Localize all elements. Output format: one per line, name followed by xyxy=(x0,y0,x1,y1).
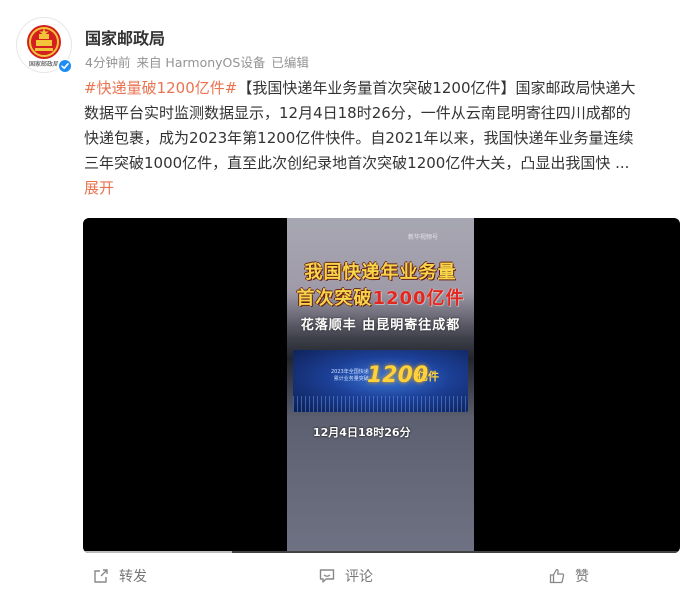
post-meta: 4分钟前 来自 HarmonyOS设备 已编辑 xyxy=(85,52,315,71)
video-progress-bar[interactable] xyxy=(83,551,680,553)
check-icon xyxy=(61,63,69,69)
thumbs-up-icon xyxy=(549,568,565,584)
video-progress-fill xyxy=(83,551,233,553)
video-watermark: 新华视频号 xyxy=(408,234,439,241)
like-label: 赞 xyxy=(575,569,589,585)
post-time[interactable]: 4分钟前 xyxy=(85,55,130,70)
video-title-line-2: 首次突破1200亿件 xyxy=(287,284,474,310)
action-bar: 转发 评论 赞 xyxy=(0,560,695,594)
video-player[interactable]: 新华视频号 我国快递年业务量 首次突破1200亿件 花落顺丰 由昆明寄往成都 2… xyxy=(83,218,680,553)
repost-button[interactable]: 转发 xyxy=(92,566,147,586)
post-source: 来自 HarmonyOS设备 xyxy=(136,55,266,70)
repost-label: 转发 xyxy=(119,569,147,585)
comment-button[interactable]: 评论 xyxy=(318,566,373,586)
screen-caption: 2023年全国快递 累计业务量突破 xyxy=(331,369,369,383)
edited-label: 已编辑 xyxy=(271,55,309,70)
led-screen: 2023年全国快递 累计业务量突破 1200 亿件 xyxy=(293,350,468,412)
repost-icon xyxy=(94,569,108,583)
verified-badge xyxy=(57,58,73,74)
like-button[interactable]: 赞 xyxy=(548,566,589,586)
screen-pixels xyxy=(293,396,468,412)
video-title-part-a: 首次突破 xyxy=(296,288,373,309)
post-text: #快递量破1200亿件#【我国快递年业务量首次突破1200亿件】国家邮政局快递大… xyxy=(84,76,684,201)
video-frame: 新华视频号 我国快递年业务量 首次突破1200亿件 花落顺丰 由昆明寄往成都 2… xyxy=(287,218,474,553)
comment-icon xyxy=(319,569,335,583)
screen-unit: 亿件 xyxy=(417,370,439,383)
post-line-3: 快递包裹，成为2023年第1200亿件快件。自2021年以来，我国快递年业务量连… xyxy=(84,129,634,147)
post-line-2: 数据平台实时监测数据显示，12月4日18时26分，一件从云南昆明寄往四川成都的 xyxy=(84,104,631,122)
author-name[interactable]: 国家邮政局 xyxy=(85,25,165,49)
video-timestamp: 12月4日18时26分 xyxy=(313,426,411,439)
post-line-4: 三年突破1000亿件，直至此次创纪录地首次突破1200亿件大关，凸显出我国快 .… xyxy=(84,154,630,172)
video-title-part-b: 1200亿件 xyxy=(372,288,465,309)
expand-link[interactable]: 展开 xyxy=(84,179,114,197)
post-line-1: 【我国快递年业务量首次突破1200亿件】国家邮政局快递大 xyxy=(237,79,636,97)
screen-caption-2: 累计业务量突破 xyxy=(333,376,369,382)
video-subtitle: 花落顺丰 由昆明寄往成都 xyxy=(300,318,461,333)
screen-caption-1: 2023年全国快递 xyxy=(331,369,369,375)
comment-label: 评论 xyxy=(345,569,373,585)
video-title-line-1: 我国快递年业务量 xyxy=(304,262,457,283)
hashtag-link[interactable]: #快递量破1200亿件# xyxy=(84,79,237,97)
